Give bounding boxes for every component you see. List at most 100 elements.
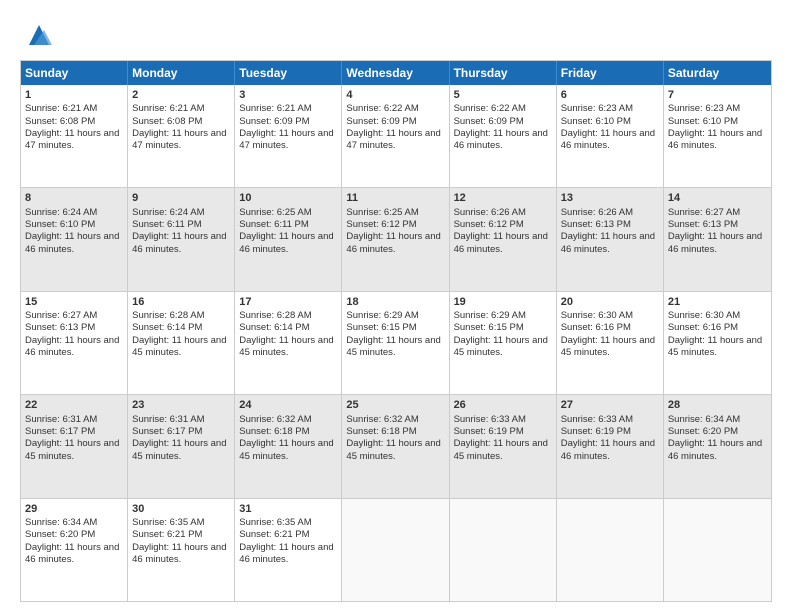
calendar-week-row: 8Sunrise: 6:24 AMSunset: 6:10 PMDaylight… xyxy=(21,188,771,291)
sunrise-line: Sunrise: 6:22 AM xyxy=(346,103,418,114)
sunset-line: Sunset: 6:08 PM xyxy=(25,116,95,127)
calendar-cell: 12Sunrise: 6:26 AMSunset: 6:12 PMDayligh… xyxy=(450,188,557,290)
daylight-line: Daylight: 11 hours and 46 minutes. xyxy=(346,231,440,254)
sunrise-line: Sunrise: 6:32 AM xyxy=(346,414,418,425)
day-number: 16 xyxy=(132,295,230,309)
daylight-line: Daylight: 11 hours and 46 minutes. xyxy=(25,231,119,254)
day-number: 20 xyxy=(561,295,659,309)
calendar-body: 1Sunrise: 6:21 AMSunset: 6:08 PMDaylight… xyxy=(21,85,771,601)
daylight-line: Daylight: 11 hours and 46 minutes. xyxy=(561,231,655,254)
daylight-line: Daylight: 11 hours and 47 minutes. xyxy=(239,128,333,151)
sunset-line: Sunset: 6:15 PM xyxy=(454,322,524,333)
sunset-line: Sunset: 6:21 PM xyxy=(132,529,202,540)
calendar-cell: 14Sunrise: 6:27 AMSunset: 6:13 PMDayligh… xyxy=(664,188,771,290)
sunset-line: Sunset: 6:17 PM xyxy=(25,426,95,437)
sunrise-line: Sunrise: 6:33 AM xyxy=(454,414,526,425)
daylight-line: Daylight: 11 hours and 46 minutes. xyxy=(132,231,226,254)
sunset-line: Sunset: 6:10 PM xyxy=(25,219,95,230)
daylight-line: Daylight: 11 hours and 46 minutes. xyxy=(25,335,119,358)
calendar-cell: 3Sunrise: 6:21 AMSunset: 6:09 PMDaylight… xyxy=(235,85,342,187)
sunrise-line: Sunrise: 6:34 AM xyxy=(25,517,97,528)
sunset-line: Sunset: 6:21 PM xyxy=(239,529,309,540)
daylight-line: Daylight: 11 hours and 46 minutes. xyxy=(561,128,655,151)
calendar-cell: 30Sunrise: 6:35 AMSunset: 6:21 PMDayligh… xyxy=(128,499,235,601)
day-number: 7 xyxy=(668,88,767,102)
sunrise-line: Sunrise: 6:28 AM xyxy=(239,310,311,321)
calendar-cell: 23Sunrise: 6:31 AMSunset: 6:17 PMDayligh… xyxy=(128,395,235,497)
calendar-cell: 17Sunrise: 6:28 AMSunset: 6:14 PMDayligh… xyxy=(235,292,342,394)
day-number: 13 xyxy=(561,191,659,205)
sunrise-line: Sunrise: 6:28 AM xyxy=(132,310,204,321)
calendar-cell: 8Sunrise: 6:24 AMSunset: 6:10 PMDaylight… xyxy=(21,188,128,290)
calendar-cell: 6Sunrise: 6:23 AMSunset: 6:10 PMDaylight… xyxy=(557,85,664,187)
sunrise-line: Sunrise: 6:26 AM xyxy=(561,207,633,218)
daylight-line: Daylight: 11 hours and 45 minutes. xyxy=(25,438,119,461)
sunrise-line: Sunrise: 6:25 AM xyxy=(346,207,418,218)
calendar-cell: 26Sunrise: 6:33 AMSunset: 6:19 PMDayligh… xyxy=(450,395,557,497)
day-number: 27 xyxy=(561,398,659,412)
sunrise-line: Sunrise: 6:35 AM xyxy=(132,517,204,528)
calendar-cell xyxy=(557,499,664,601)
sunset-line: Sunset: 6:14 PM xyxy=(132,322,202,333)
sunrise-line: Sunrise: 6:32 AM xyxy=(239,414,311,425)
day-number: 22 xyxy=(25,398,123,412)
sunrise-line: Sunrise: 6:35 AM xyxy=(239,517,311,528)
sunrise-line: Sunrise: 6:34 AM xyxy=(668,414,740,425)
day-number: 30 xyxy=(132,502,230,516)
sunrise-line: Sunrise: 6:27 AM xyxy=(25,310,97,321)
calendar-cell: 20Sunrise: 6:30 AMSunset: 6:16 PMDayligh… xyxy=(557,292,664,394)
day-number: 5 xyxy=(454,88,552,102)
daylight-line: Daylight: 11 hours and 46 minutes. xyxy=(668,128,762,151)
calendar-cell: 29Sunrise: 6:34 AMSunset: 6:20 PMDayligh… xyxy=(21,499,128,601)
daylight-line: Daylight: 11 hours and 46 minutes. xyxy=(25,542,119,565)
page: SundayMondayTuesdayWednesdayThursdayFrid… xyxy=(0,0,792,612)
day-number: 1 xyxy=(25,88,123,102)
sunrise-line: Sunrise: 6:33 AM xyxy=(561,414,633,425)
daylight-line: Daylight: 11 hours and 46 minutes. xyxy=(668,438,762,461)
calendar-week-row: 22Sunrise: 6:31 AMSunset: 6:17 PMDayligh… xyxy=(21,395,771,498)
day-number: 31 xyxy=(239,502,337,516)
sunrise-line: Sunrise: 6:22 AM xyxy=(454,103,526,114)
sunset-line: Sunset: 6:09 PM xyxy=(239,116,309,127)
sunrise-line: Sunrise: 6:30 AM xyxy=(561,310,633,321)
calendar-cell: 1Sunrise: 6:21 AMSunset: 6:08 PMDaylight… xyxy=(21,85,128,187)
calendar-cell: 28Sunrise: 6:34 AMSunset: 6:20 PMDayligh… xyxy=(664,395,771,497)
sunset-line: Sunset: 6:18 PM xyxy=(239,426,309,437)
cal-header-day: Monday xyxy=(128,61,235,85)
daylight-line: Daylight: 11 hours and 45 minutes. xyxy=(561,335,655,358)
sunset-line: Sunset: 6:19 PM xyxy=(454,426,524,437)
calendar-cell: 5Sunrise: 6:22 AM Sunset: 6:09 PMDaylight… xyxy=(450,85,557,187)
daylight-line: Daylight: 11 hours and 45 minutes. xyxy=(132,335,226,358)
daylight-line: Daylight: 11 hours and 46 minutes. xyxy=(239,542,333,565)
cal-header-day: Tuesday xyxy=(235,61,342,85)
sunrise-line: Sunrise: 6:24 AM xyxy=(132,207,204,218)
sunrise-line: Sunrise: 6:24 AM xyxy=(25,207,97,218)
sunset-line: Sunset: 6:09 PM xyxy=(346,116,416,127)
sunset-line: Sunset: 6:20 PM xyxy=(668,426,738,437)
daylight-line: Daylight: 11 hours and 45 minutes. xyxy=(346,335,440,358)
day-number: 23 xyxy=(132,398,230,412)
calendar: SundayMondayTuesdayWednesdayThursdayFrid… xyxy=(20,60,772,602)
sunrise-line: Sunrise: 6:21 AM xyxy=(239,103,311,114)
day-number: 6 xyxy=(561,88,659,102)
calendar-cell: 24 Sunrise: 6:32 AMSunset: 6:18 PMDayligh… xyxy=(235,395,342,497)
sunset-line: Sunset: 6:12 PM xyxy=(454,219,524,230)
sunrise-line: Sunrise: 6:21 AM xyxy=(25,103,97,114)
calendar-week-row: 1Sunrise: 6:21 AMSunset: 6:08 PMDaylight… xyxy=(21,85,771,188)
sunrise-line: Sunrise: 6:29 AM xyxy=(346,310,418,321)
sunset-line: Sunset: 6:13 PM xyxy=(668,219,738,230)
daylight-line: Daylight: 11 hours and 46 minutes. xyxy=(454,128,548,151)
sunrise-line: Sunrise: 6:30 AM xyxy=(668,310,740,321)
calendar-cell: 7Sunrise: 6:23 AMSunset: 6:10 PMDaylight… xyxy=(664,85,771,187)
calendar-week-row: 15Sunrise: 6:27 AMSunset: 6:13 PMDayligh… xyxy=(21,292,771,395)
sunset-line: Sunset: 6:13 PM xyxy=(561,219,631,230)
logo-icon xyxy=(24,20,54,50)
sunset-line: Sunset: 6:09 PM xyxy=(454,116,524,127)
day-number: 24 xyxy=(239,398,337,412)
day-number: 25 xyxy=(346,398,444,412)
calendar-cell: 22Sunrise: 6:31 AMSunset: 6:17 PMDayligh… xyxy=(21,395,128,497)
day-number: 11 xyxy=(346,191,444,205)
calendar-header: SundayMondayTuesdayWednesdayThursdayFrid… xyxy=(21,61,771,85)
sunset-line: Sunset: 6:19 PM xyxy=(561,426,631,437)
daylight-line: Daylight: 11 hours and 45 minutes. xyxy=(239,438,333,461)
